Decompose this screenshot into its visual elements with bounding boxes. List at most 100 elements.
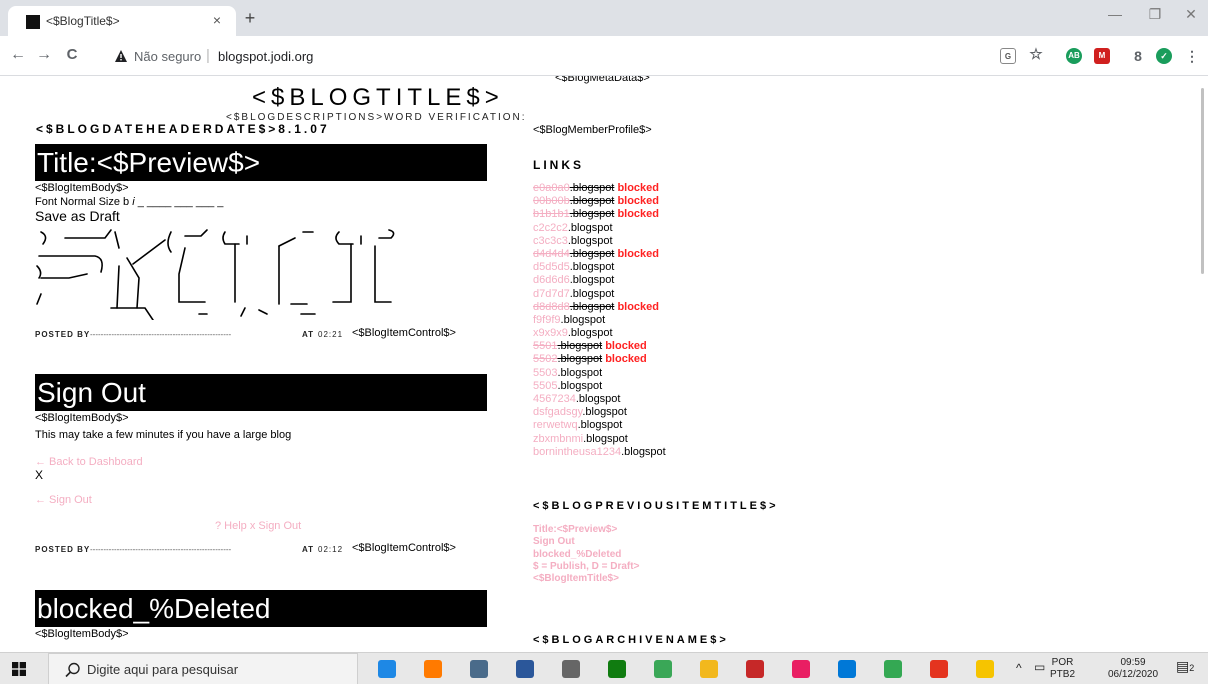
link-item[interactable]: bornintheusa1234.blogspot <box>533 446 666 459</box>
link-id[interactable]: c2c2c2 <box>533 222 568 234</box>
link-item[interactable]: c2c2c2.blogspot <box>533 222 666 235</box>
link-id[interactable]: d6d6d6 <box>533 274 570 286</box>
link-suffix: .blogspot <box>569 247 615 260</box>
back-to-dashboard-link[interactable]: ← Back to Dashboard <box>35 456 143 468</box>
link-id[interactable]: d7d7d7 <box>533 288 570 300</box>
translate-icon[interactable]: G <box>1000 48 1016 64</box>
link-id[interactable]: 5501 <box>533 340 557 352</box>
item-control[interactable]: <$BlogItemControl$> <box>352 327 456 339</box>
post-time[interactable]: 02:21 <box>318 330 343 339</box>
paint-icon[interactable] <box>792 660 810 678</box>
previous-item-link[interactable]: blocked_%Deleted <box>533 549 639 561</box>
link-item[interactable]: d5d5d5.blogspot <box>533 261 666 274</box>
close-window-button[interactable]: ✕ <box>1176 6 1206 23</box>
blocked-label: blocked <box>617 208 660 221</box>
link-id[interactable]: bornintheusa1234 <box>533 446 621 458</box>
link-item[interactable]: d7d7d7.blogspot <box>533 288 666 301</box>
previous-item-link[interactable]: <$BlogItemTitle$> <box>533 573 639 585</box>
store-icon[interactable] <box>838 660 856 678</box>
link-item[interactable]: d6d6d6.blogspot <box>533 274 666 287</box>
link-id[interactable]: e0a0a0 <box>533 182 570 194</box>
tab-close-icon[interactable]: × <box>208 11 226 29</box>
item-control[interactable]: <$BlogItemControl$> <box>352 542 456 554</box>
menu-icon[interactable]: ⋮ <box>1184 48 1200 64</box>
calculator-icon[interactable] <box>470 660 488 678</box>
link-item[interactable]: d4d4d4.blogspot blocked <box>533 248 666 261</box>
scroll-thumb[interactable] <box>1201 88 1204 274</box>
notification-center-icon[interactable]: ▤2 <box>1176 659 1194 674</box>
active-tab[interactable]: <$BlogTitle$> × <box>8 6 236 36</box>
minimize-button[interactable]: — <box>1100 6 1130 22</box>
acrobat-icon[interactable] <box>930 660 948 678</box>
link-id[interactable]: x9x9x9 <box>533 327 568 339</box>
bookmark-star-icon[interactable]: ☆ <box>1028 47 1044 64</box>
forward-button[interactable]: → <box>34 46 54 64</box>
link-item[interactable]: zbxmbnmi.blogspot <box>533 433 666 446</box>
windows-start-icon[interactable] <box>12 662 26 676</box>
link-id[interactable]: 5503 <box>533 367 557 379</box>
link-id[interactable]: 5502 <box>533 353 557 365</box>
link-id[interactable]: 00b00b <box>533 195 570 207</box>
link-item[interactable]: 00b00b.blogspot blocked <box>533 195 666 208</box>
save-draft-button[interactable]: Save as Draft <box>35 208 120 224</box>
link-item[interactable]: 4567234.blogspot <box>533 393 666 406</box>
link-id[interactable]: rerwetwq <box>533 419 578 431</box>
battery-icon[interactable]: ▭ <box>1034 661 1045 673</box>
language-indicator[interactable]: POR PTB2 <box>1050 657 1075 681</box>
chrome-icon[interactable] <box>884 660 902 678</box>
link-id[interactable]: d8d8d8 <box>533 301 570 313</box>
back-button[interactable]: ← <box>8 46 28 64</box>
link-item[interactable]: b1b1b1.blogspot blocked <box>533 208 666 221</box>
previous-item-link[interactable]: Title:<$Preview$> <box>533 524 639 536</box>
font-size-label[interactable]: Font Normal Size b <box>35 196 129 208</box>
explorer-icon[interactable] <box>700 660 718 678</box>
edge-icon[interactable] <box>378 660 396 678</box>
maps-icon[interactable] <box>654 660 672 678</box>
reload-button[interactable]: C <box>62 46 82 63</box>
link-id[interactable]: d4d4d4 <box>533 248 570 260</box>
link-item[interactable]: dsfgadsgy.blogspot <box>533 406 666 419</box>
link-item[interactable]: d8d8d8.blogspot blocked <box>533 301 666 314</box>
link-item[interactable]: 5505.blogspot <box>533 380 666 393</box>
link-item[interactable]: c3c3c3.blogspot <box>533 235 666 248</box>
norton-icon[interactable] <box>976 660 994 678</box>
page-scrollbar[interactable] <box>1194 76 1208 652</box>
link-id[interactable]: zbxmbnmi <box>533 433 583 445</box>
previous-item-link[interactable]: Sign Out <box>533 536 639 548</box>
taskbar-search-box[interactable]: Digite aqui para pesquisar <box>48 653 358 684</box>
help-sign-out-link[interactable]: ? Help x Sign Out <box>215 520 301 532</box>
adblock-icon[interactable]: AB <box>1066 48 1082 64</box>
clock[interactable]: 09:59 06/12/2020 <box>1098 657 1168 681</box>
red-app-icon[interactable] <box>746 660 764 678</box>
xbox-icon[interactable] <box>608 660 626 678</box>
link-item[interactable]: f9f9f9.blogspot <box>533 314 666 327</box>
link-id[interactable]: d5d5d5 <box>533 261 570 273</box>
restore-button[interactable]: ❐ <box>1140 6 1170 23</box>
red-extension-icon[interactable]: M <box>1094 48 1110 64</box>
profile-icon[interactable]: 8 <box>1130 48 1146 64</box>
link-id[interactable]: 4567234 <box>533 393 576 405</box>
link-id[interactable]: dsfgadsgy <box>533 406 582 418</box>
sign-out-link[interactable]: ← Sign Out <box>35 494 92 506</box>
link-id[interactable]: f9f9f9 <box>533 314 561 326</box>
previous-item-link[interactable]: $ = Publish, D = Draft> <box>533 561 639 573</box>
link-id[interactable]: c3c3c3 <box>533 235 568 247</box>
shield-icon[interactable]: ✓ <box>1156 48 1172 64</box>
address-bar[interactable]: Não seguro | blogspot.jodi.org <box>110 44 990 70</box>
link-item[interactable]: 5501.blogspot blocked <box>533 340 666 353</box>
link-item[interactable]: 5503.blogspot <box>533 367 666 380</box>
firefox-icon[interactable] <box>424 660 442 678</box>
link-id[interactable]: b1b1b1 <box>533 208 570 220</box>
links-heading: LINKS <box>533 158 584 172</box>
link-item[interactable]: rerwetwq.blogspot <box>533 419 666 432</box>
italic-button[interactable]: i <box>132 196 134 208</box>
word-icon[interactable] <box>516 660 534 678</box>
link-item[interactable]: x9x9x9.blogspot <box>533 327 666 340</box>
link-item[interactable]: e0a0a0.blogspot blocked <box>533 182 666 195</box>
link-item[interactable]: 5502.blogspot blocked <box>533 353 666 366</box>
link-id[interactable]: 5505 <box>533 380 557 392</box>
post-time[interactable]: 02:12 <box>318 545 343 554</box>
tray-chevron-icon[interactable]: ^ <box>1016 662 1022 674</box>
new-tab-button[interactable]: + <box>240 9 260 29</box>
file-icon[interactable] <box>562 660 580 678</box>
